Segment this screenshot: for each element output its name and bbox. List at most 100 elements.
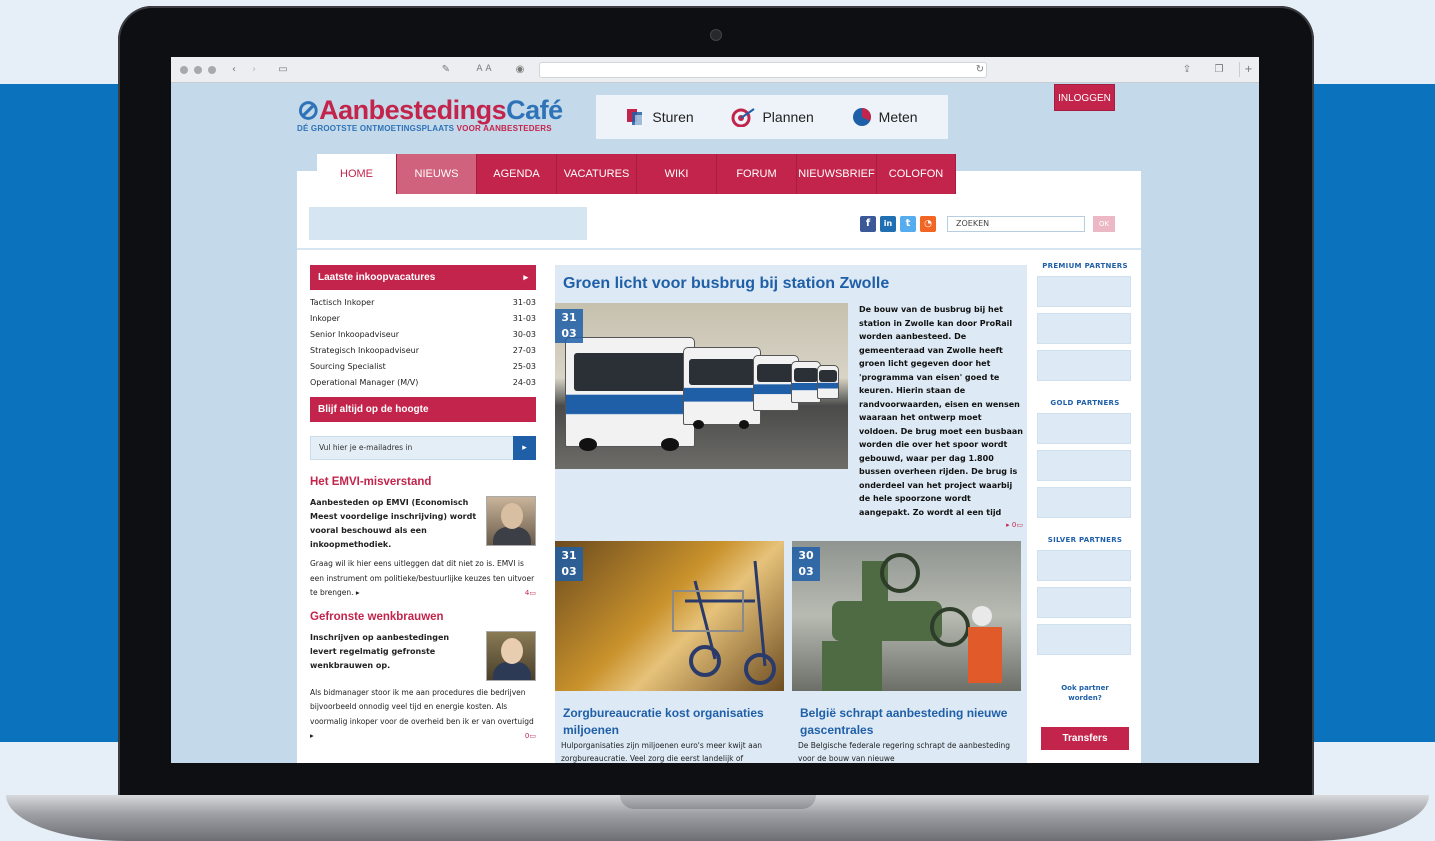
camera (710, 29, 722, 41)
partner-slot[interactable] (1037, 276, 1131, 307)
menu-home[interactable]: HOME (317, 154, 397, 194)
search-button[interactable]: OK (1093, 216, 1115, 232)
list-item[interactable]: Operational Manager (M/V) 24-03 (310, 375, 536, 391)
menu-vacatures[interactable]: VACATURES (557, 154, 637, 194)
newsletter-header: Blijf altijd op de hoogte (310, 397, 536, 422)
comment-count[interactable]: 0▭ (525, 729, 536, 744)
topnav-meten[interactable]: Meten (851, 106, 918, 128)
vacancy-title: Strategisch Inkoopadviseur (310, 346, 419, 355)
logo-text-a: Aanbestedings (319, 95, 507, 125)
vacancy-title: Operational Manager (M/V) (310, 378, 419, 387)
menu-nieuwsbrief[interactable]: NIEUWSBRIEF (797, 154, 877, 194)
vacancy-title: Inkoper (310, 314, 340, 323)
top-navigation: Sturen Plannen Meten (596, 95, 948, 139)
transfers-button[interactable]: Transfers (1041, 727, 1129, 750)
forward-icon[interactable]: › (247, 62, 261, 77)
article-title[interactable]: Gefronste wenkbrauwen (310, 611, 536, 623)
date-badge: 30 03 (792, 547, 820, 581)
topnav-plannen-label: Plannen (762, 109, 814, 125)
menu-wiki[interactable]: WIKI (637, 154, 717, 194)
bus (565, 337, 695, 451)
sub-article-title[interactable]: België schrapt aanbesteding nieuwe gasce… (800, 705, 1029, 739)
comment-count[interactable]: ▸ 0▭ (859, 519, 1023, 533)
documents-icon (627, 109, 644, 125)
header-divider (297, 248, 1141, 250)
partner-slot[interactable] (1037, 413, 1131, 444)
walker-photo[interactable]: 31 03 (555, 541, 784, 691)
partner-slot[interactable] (1037, 487, 1131, 518)
search-input[interactable]: ZOEKEN (947, 216, 1085, 232)
main-lead-text: De bouw van de busbrug bij het station i… (859, 305, 1023, 517)
text-size-buttons[interactable]: A A (469, 62, 499, 77)
article-title[interactable]: Het EMVI-misverstand (310, 476, 536, 488)
menu-forum[interactable]: FORUM (717, 154, 797, 194)
gas-valve-photo[interactable]: 30 03 (792, 541, 1021, 691)
rss-icon[interactable]: ◔ (920, 216, 936, 232)
list-item[interactable]: Senior Inkoopadviseur 30-03 (310, 327, 536, 343)
partner-slot[interactable] (1037, 313, 1131, 344)
reader-icon[interactable]: ✎ (439, 62, 453, 77)
vacancy-date: 31-03 (512, 314, 536, 323)
menu-colofon[interactable]: COLOFON (877, 154, 956, 194)
banner-placeholder (309, 207, 587, 240)
valve-illustration (822, 553, 1002, 691)
browser-screen: ‹ › ▭ ✎ A A ◉ ↻ ⇪ ❐ + ⊘AanbestedingsCafé… (171, 57, 1259, 763)
comment-count[interactable]: 4▭ (525, 586, 536, 601)
menu-nieuws[interactable]: NIEUWS (397, 154, 477, 194)
bus-photo[interactable]: 31 03 (555, 303, 848, 469)
headline[interactable]: Groen licht voor busbrug bij station Zwo… (563, 275, 889, 293)
partners-column: PREMIUM PARTNERS GOLD PARTNERS SILVER PA… (1037, 262, 1133, 750)
partner-slot[interactable] (1037, 550, 1131, 581)
become-partner-link[interactable]: Ook partner worden? (1037, 683, 1133, 703)
window-close-button[interactable] (180, 66, 188, 74)
chevron-right-icon: ▸ (523, 272, 528, 282)
window-zoom-button[interactable] (208, 66, 216, 74)
sub-article-text: Hulporganisaties zijn miljoenen euro's m… (561, 741, 763, 763)
newsletter-email-field[interactable]: Vul hier je e-mailadres in ▸ (310, 436, 536, 460)
vacancy-date: 27-03 (512, 346, 536, 355)
list-item[interactable]: Sourcing Specialist 25-03 (310, 359, 536, 375)
vacancies-header[interactable]: Laatste inkoopvacatures ▸ (310, 265, 536, 290)
article-text: Als bidmanager stoor ik me aan procedure… (310, 687, 534, 726)
partner-slot[interactable] (1037, 587, 1131, 618)
linkedin-icon[interactable]: in (880, 216, 896, 232)
partner-slot[interactable] (1037, 350, 1131, 381)
topnav-plannen[interactable]: Plannen (730, 107, 814, 127)
article-text: Graag wil ik hier eens uitleggen dat dit… (310, 559, 535, 597)
menu-agenda[interactable]: AGENDA (477, 154, 557, 194)
logo-tagline-a: DÉ GROOTSTE ONTMOETINGSPLAATS (297, 124, 457, 133)
read-more-icon[interactable]: ▸ (356, 588, 360, 597)
pie-chart-icon (852, 108, 871, 126)
list-item[interactable]: Tactisch Inkoper 31-03 (310, 295, 536, 311)
share-icon[interactable]: ⇪ (1179, 62, 1195, 77)
vacancy-date: 31-03 (512, 298, 536, 307)
vacancy-date: 30-03 (512, 330, 536, 339)
sidebar-icon[interactable]: ▭ (275, 62, 291, 77)
window-minimize-button[interactable] (194, 66, 202, 74)
reload-icon[interactable]: ↻ (974, 62, 986, 77)
target-icon (731, 108, 756, 127)
partner-slot[interactable] (1037, 450, 1131, 481)
newsletter-submit-button[interactable]: ▸ (513, 436, 536, 460)
partner-slot[interactable] (1037, 624, 1131, 655)
topnav-sturen-label: Sturen (652, 109, 694, 125)
facebook-icon[interactable]: f (860, 216, 876, 232)
list-item[interactable]: Inkoper 31-03 (310, 311, 536, 327)
extension-icon[interactable]: ◉ (513, 62, 527, 77)
twitter-icon[interactable]: t (900, 216, 916, 232)
article-intro: Inschrijven op aanbestedingen levert reg… (310, 630, 536, 681)
sub-article-text: De Belgische federale regering schrapt d… (798, 741, 1011, 763)
back-icon[interactable]: ‹ (227, 62, 241, 77)
login-button[interactable]: INLOGGEN (1054, 84, 1115, 111)
sub-article-title[interactable]: Zorgbureaucratie kost organisaties miljo… (563, 705, 792, 739)
author-avatar (486, 496, 536, 546)
tabs-icon[interactable]: ❐ (1211, 62, 1227, 77)
url-field[interactable] (539, 62, 987, 78)
silver-partners-heading: SILVER PARTNERS (1047, 536, 1123, 544)
new-tab-icon[interactable]: + (1239, 62, 1257, 77)
topnav-sturen[interactable]: Sturen (626, 108, 694, 126)
site-logo[interactable]: ⊘AanbestedingsCafé DÉ GROOTSTE ONTMOETIN… (297, 95, 563, 133)
list-item[interactable]: Strategisch Inkoopadviseur 27-03 (310, 343, 536, 359)
date-badge: 31 03 (555, 547, 583, 581)
read-more-icon[interactable]: ▸ (310, 731, 314, 740)
